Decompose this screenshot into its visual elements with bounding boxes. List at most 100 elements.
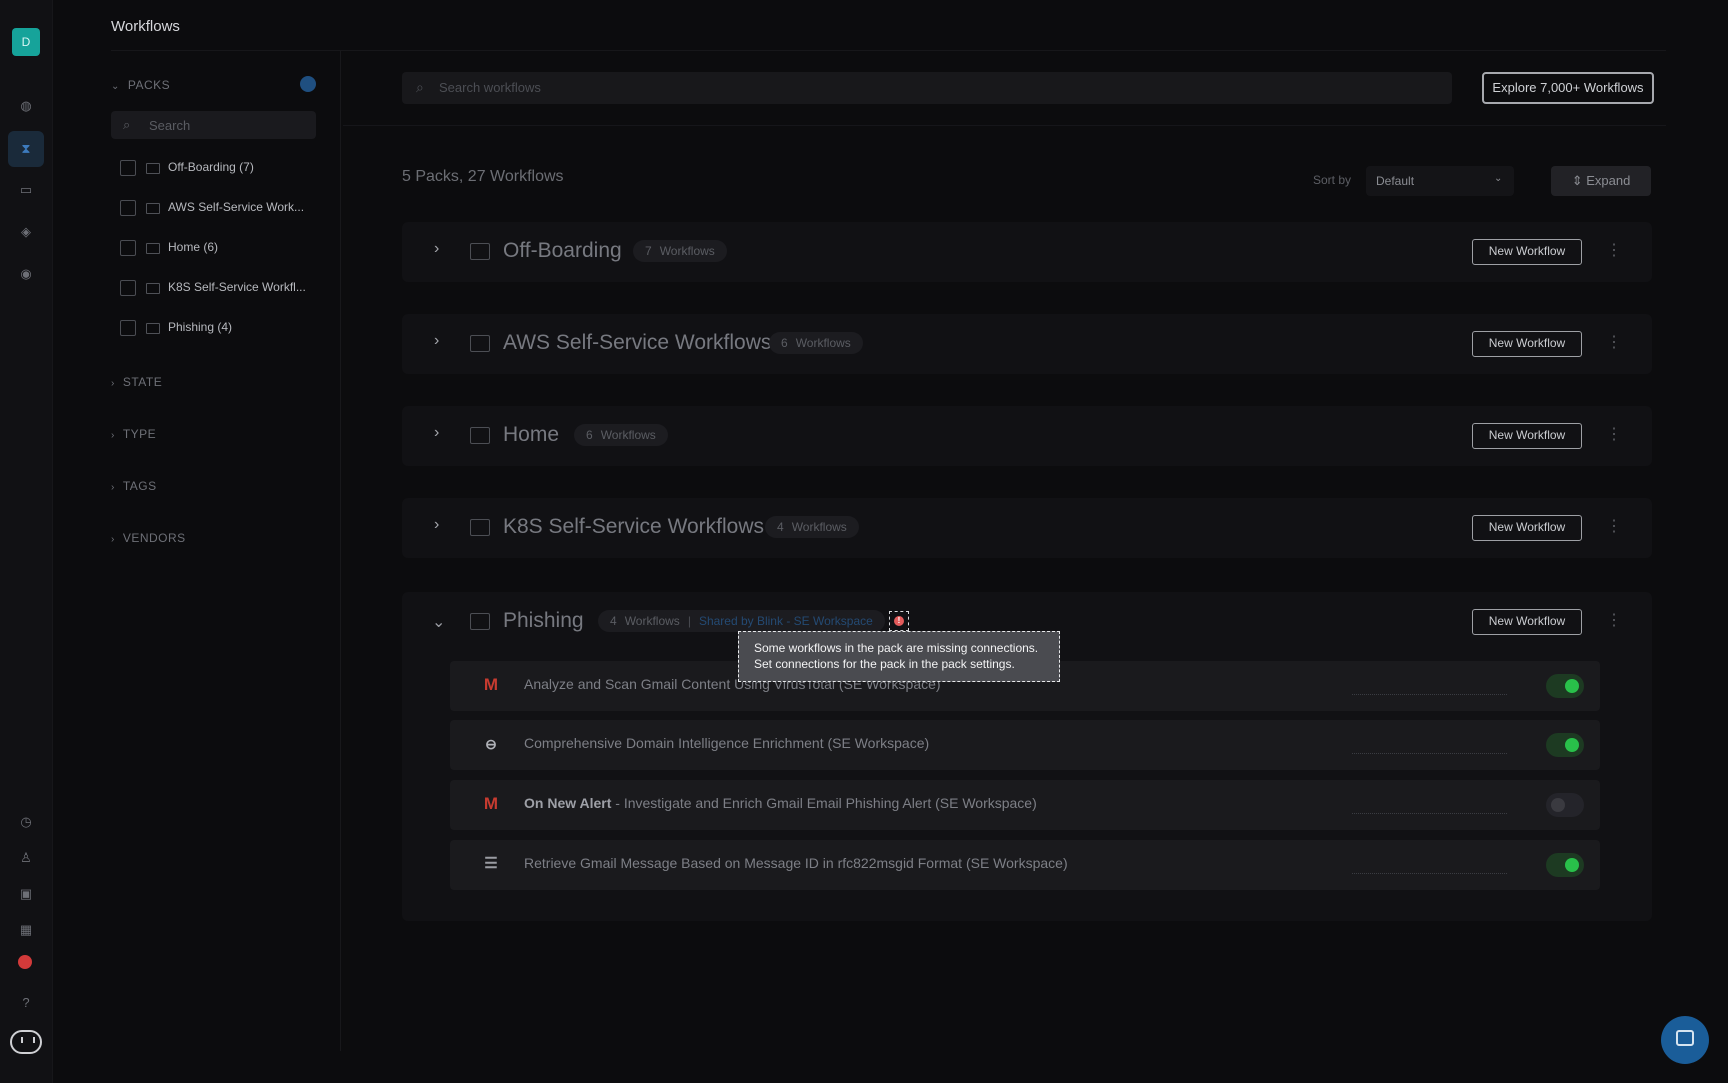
pack-card[interactable]: › K8S Self-Service Workflows 4 Workflows … xyxy=(402,498,1652,558)
help-icon[interactable]: ? xyxy=(16,993,36,1013)
chat-support-button[interactable] xyxy=(1661,1016,1709,1064)
chevron-down-icon[interactable]: ⌄ xyxy=(432,612,445,632)
toolbar-divider xyxy=(343,125,1666,126)
workflow-count-badge: 6 Workflows xyxy=(574,424,668,446)
workflow-name: On New Alert - Investigate and Enrich Gm… xyxy=(524,795,1037,811)
pack-name: K8S Self-Service Workflows xyxy=(503,515,765,538)
enable-toggle[interactable] xyxy=(1546,793,1584,817)
pack-filter-item[interactable]: Off-Boarding (7) xyxy=(120,160,254,180)
pack-card[interactable]: › Off-Boarding 7 Workflows New Workflow ⋮ xyxy=(402,222,1652,282)
pack-name: Home xyxy=(503,423,560,446)
more-options-icon[interactable]: ⋮ xyxy=(1606,240,1622,260)
vendors-section-header[interactable]: › VENDORS xyxy=(111,531,186,545)
workflow-count-badge: 7 Workflows xyxy=(633,240,727,262)
section-label: STATE xyxy=(122,375,163,389)
folder-icon xyxy=(146,162,160,174)
workflows-search-input[interactable]: ⌕ Search workflows xyxy=(402,72,1452,104)
user-icon[interactable]: ♙ xyxy=(16,848,36,868)
pack-filter-item[interactable]: Phishing (4) xyxy=(120,320,232,340)
workflow-row[interactable]: M On New Alert - Investigate and Enrich … xyxy=(450,780,1600,830)
expand-button[interactable]: ⇕ Expand xyxy=(1551,166,1651,196)
workflows-word: Workflows xyxy=(600,428,656,442)
new-workflow-button[interactable]: New Workflow xyxy=(1472,331,1582,357)
tags-section-header[interactable]: › TAGS xyxy=(111,479,157,493)
enable-toggle[interactable] xyxy=(1546,674,1584,698)
history-icon[interactable]: ◷ xyxy=(16,812,36,832)
checkbox[interactable] xyxy=(120,280,136,296)
type-section-header[interactable]: › TYPE xyxy=(111,427,156,441)
folder-icon xyxy=(146,202,160,214)
workflow-count: 4 xyxy=(610,614,617,628)
row-placeholder xyxy=(1352,873,1507,874)
section-label: TYPE xyxy=(122,427,157,441)
toggle-knob xyxy=(1565,858,1579,872)
workflow-icon[interactable]: ⧗ xyxy=(8,131,44,167)
packs-search-input[interactable]: ⌕ Search xyxy=(111,111,316,139)
chevron-right-icon: › xyxy=(111,534,115,545)
assistant-icon[interactable] xyxy=(10,1030,42,1054)
search-icon: ⌕ xyxy=(123,117,131,132)
missing-connections-tooltip: Some workflows in the pack are missing c… xyxy=(738,631,1060,682)
chevron-right-icon[interactable]: › xyxy=(434,332,439,350)
search-icon: ⌕ xyxy=(416,79,424,95)
folder-icon xyxy=(470,243,490,260)
expand-icon: ⇕ xyxy=(1571,173,1587,188)
new-workflow-button[interactable]: New Workflow xyxy=(1472,423,1582,449)
chevron-down-icon: ⌄ xyxy=(111,81,120,92)
new-workflow-button[interactable]: New Workflow xyxy=(1472,609,1582,635)
row-placeholder xyxy=(1352,753,1507,754)
workflow-count: 7 xyxy=(645,244,652,258)
packs-section-header[interactable]: ⌄ PACKS xyxy=(111,78,170,92)
checkbox[interactable] xyxy=(120,160,136,176)
database-icon[interactable]: ◍ xyxy=(16,96,36,116)
chevron-right-icon: › xyxy=(111,482,115,493)
plugin-icon[interactable]: ▣ xyxy=(16,884,36,904)
workflow-row[interactable]: ☰ Retrieve Gmail Message Based on Messag… xyxy=(450,840,1600,890)
packs-search-placeholder: Search xyxy=(149,118,191,133)
enable-toggle[interactable] xyxy=(1546,733,1584,757)
new-workflow-button[interactable]: New Workflow xyxy=(1472,515,1582,541)
explore-workflows-button[interactable]: Explore 7,000+ Workflows xyxy=(1482,72,1654,104)
workflow-name: Retrieve Gmail Message Based on Message … xyxy=(524,855,1068,871)
pack-filter-item[interactable]: Home (6) xyxy=(120,240,218,260)
new-workflow-button[interactable]: New Workflow xyxy=(1472,239,1582,265)
workspace-avatar[interactable]: D xyxy=(12,28,40,56)
workflow-count-badge: 4 Workflows xyxy=(765,516,859,538)
pack-card[interactable]: › Home 6 Workflows New Workflow ⋮ xyxy=(402,406,1652,466)
more-options-icon[interactable]: ⋮ xyxy=(1606,332,1622,352)
chevron-right-icon[interactable]: › xyxy=(434,240,439,258)
workflows-word: Workflows xyxy=(795,336,851,350)
box-icon[interactable]: ◈ xyxy=(16,222,36,242)
chevron-right-icon: › xyxy=(111,378,115,389)
gmail-icon: M xyxy=(483,794,499,813)
shared-by-link[interactable]: Shared by Blink - SE Workspace xyxy=(699,614,873,628)
folder-icon xyxy=(470,519,490,536)
toggle-knob xyxy=(1551,798,1565,812)
chevron-right-icon[interactable]: › xyxy=(434,516,439,534)
enable-toggle[interactable] xyxy=(1546,853,1584,877)
state-section-header[interactable]: › STATE xyxy=(111,375,162,389)
sort-select[interactable]: Default ⌄ xyxy=(1366,166,1514,196)
workflows-word: Workflows xyxy=(624,614,680,628)
folder-icon xyxy=(146,242,160,254)
workflow-row[interactable]: ⊖ Comprehensive Domain Intelligence Enri… xyxy=(450,720,1600,770)
alert-icon[interactable] xyxy=(18,955,32,969)
more-options-icon[interactable]: ⋮ xyxy=(1606,516,1622,536)
checkbox[interactable] xyxy=(120,320,136,336)
pack-filter-item[interactable]: K8S Self-Service Workfl... xyxy=(120,280,306,300)
separator: | xyxy=(687,614,691,628)
more-options-icon[interactable]: ⋮ xyxy=(1606,610,1622,630)
pack-filter-item[interactable]: AWS Self-Service Work... xyxy=(120,200,304,220)
workflow-count-badge: 4 Workflows | Shared by Blink - SE Workspac… xyxy=(598,610,885,632)
globe-icon[interactable]: ◉ xyxy=(16,264,36,284)
pack-card[interactable]: › AWS Self-Service Workflows 6 Workflows … xyxy=(402,314,1652,374)
checkbox[interactable] xyxy=(120,240,136,256)
integrations-icon[interactable]: ▦ xyxy=(16,920,36,940)
pack-name: Phishing xyxy=(503,609,584,632)
chevron-right-icon[interactable]: › xyxy=(434,424,439,442)
checkbox[interactable] xyxy=(120,200,136,216)
pack-filter-label: K8S Self-Service Workfl... xyxy=(168,280,306,295)
more-options-icon[interactable]: ⋮ xyxy=(1606,424,1622,444)
missing-connections-alert[interactable]: ! xyxy=(889,611,909,631)
window-icon[interactable]: ▭ xyxy=(16,180,36,200)
